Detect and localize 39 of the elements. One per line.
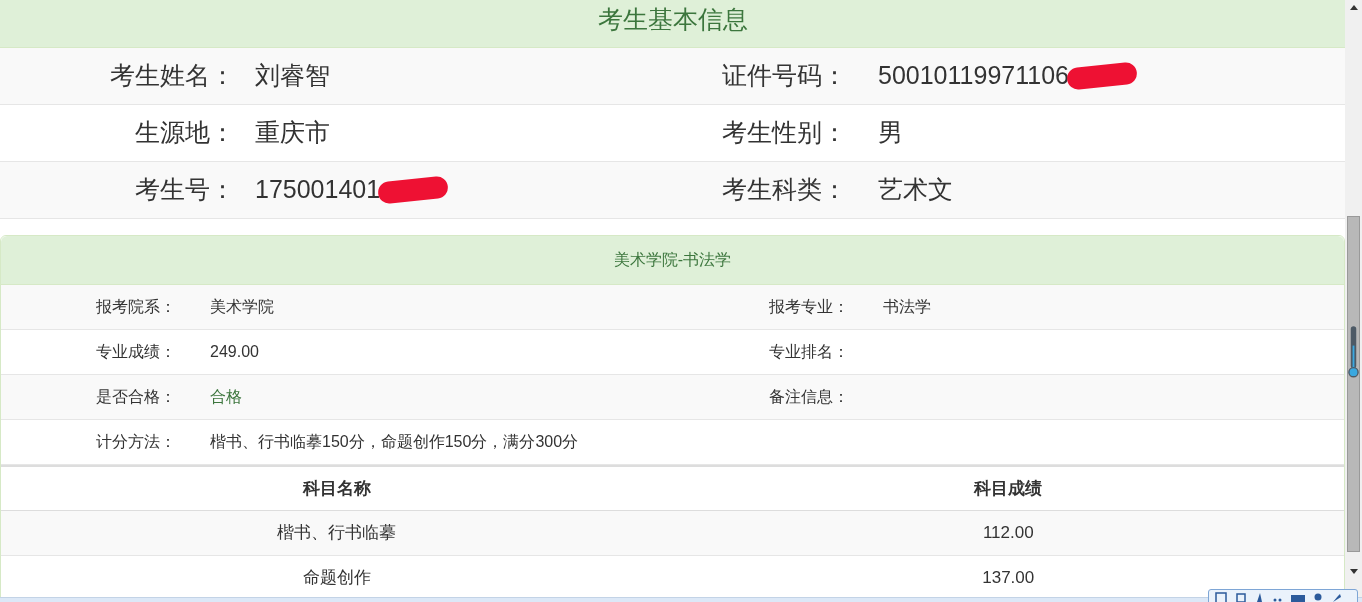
field-value: 书法学 — [883, 297, 931, 317]
field-value: 249.00 — [210, 342, 259, 362]
field-value: 50010119971106 — [878, 60, 1069, 92]
field-value: 楷书、行书临摹150分，命题创作150分，满分300分 — [210, 432, 579, 452]
field-label: 考生科类： — [722, 174, 848, 206]
field-value: 刘睿智 — [255, 60, 330, 92]
table-cell-text: 137.00 — [982, 567, 1035, 590]
table-cell-text: 112.00 — [982, 522, 1034, 545]
field-value: 重庆市 — [255, 117, 330, 149]
ime-toolbar[interactable] — [1208, 589, 1358, 602]
field-label: 生源地： — [134, 117, 236, 149]
field-label: 备注信息： — [769, 387, 850, 407]
scroll-down-arrow-icon[interactable] — [1349, 569, 1358, 574]
field-value: 男 — [878, 117, 903, 149]
keyboard-icon[interactable] — [1291, 592, 1305, 602]
field-value: 美术学院 — [210, 297, 274, 317]
field-value: 175001401 — [255, 174, 381, 206]
field-label: 考生姓名： — [109, 60, 236, 92]
field-value: 合格 — [210, 387, 242, 407]
field-label: 考生号： — [134, 174, 236, 206]
field-label: 证件号码： — [722, 60, 848, 92]
field-label: 报考专业： — [769, 297, 850, 317]
scrollbar-thumb[interactable] — [1347, 216, 1360, 552]
field-label: 考生性别： — [722, 117, 848, 149]
field-label: 计分方法： — [96, 432, 177, 452]
scrollbar[interactable] — [1345, 0, 1362, 597]
panel-title: 美术学院-书法学 — [613, 250, 732, 270]
field-label: 专业成绩： — [96, 342, 177, 362]
table-cell-text: 命题创作 — [302, 567, 371, 590]
field-label: 专业排名： — [769, 342, 850, 362]
scroll-up-arrow-icon[interactable] — [1349, 5, 1358, 10]
window-icon[interactable] — [1215, 592, 1227, 602]
field-label: 是否合格： — [96, 387, 177, 407]
section-title: 考生基本信息 — [597, 3, 748, 35]
field-label: 报考院系： — [96, 297, 177, 317]
column-header: 科目成绩 — [974, 477, 1043, 500]
field-value: 艺术文 — [878, 174, 953, 206]
column-header: 科目名称 — [302, 477, 371, 500]
table-cell-text: 楷书、行书临摹 — [277, 522, 397, 545]
